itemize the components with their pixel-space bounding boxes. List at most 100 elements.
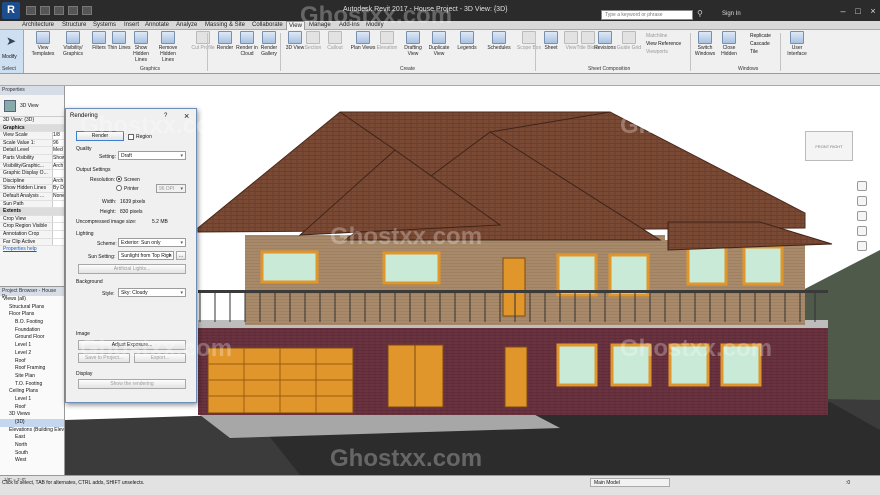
revisions-button[interactable]: Revisions: [592, 31, 618, 51]
plan-views-button[interactable]: Plan Views: [350, 31, 376, 51]
browser-tree-item[interactable]: North: [0, 442, 64, 450]
property-value[interactable]: [52, 170, 64, 177]
replicate-button[interactable]: Replicate: [750, 32, 771, 40]
print-icon[interactable]: [82, 6, 92, 15]
search-icon[interactable]: ⚲: [697, 9, 703, 18]
close-hidden-button[interactable]: Close Hidden: [716, 31, 742, 57]
browser-tree-item[interactable]: East: [0, 434, 64, 442]
undo-icon[interactable]: [54, 6, 64, 15]
property-row[interactable]: Sun Path: [0, 200, 64, 209]
legends-button[interactable]: Legends: [454, 31, 480, 51]
browser-tree-item[interactable]: Floor Plans: [0, 311, 64, 319]
browser-tree-item[interactable]: B.O. Footing: [0, 319, 64, 327]
visibility-graphics-button[interactable]: Visibility/ Graphics: [60, 31, 86, 57]
navigation-bar-menu-icon[interactable]: [857, 241, 867, 251]
remove-hidden-lines-button[interactable]: Remove Hidden Lines: [155, 31, 181, 63]
background-style-select[interactable]: Sky: Cloudy: [118, 288, 186, 297]
property-row[interactable]: Graphic Display O...: [0, 170, 64, 178]
sign-in-link[interactable]: Sign In: [722, 11, 741, 17]
tab-systems[interactable]: Systems: [91, 21, 118, 30]
tab-collaborate[interactable]: Collaborate: [250, 21, 285, 30]
property-row[interactable]: Far Clip Active: [0, 238, 64, 247]
property-value[interactable]: [52, 200, 64, 208]
viewports-button[interactable]: Viewports: [646, 48, 681, 56]
browser-tree-item[interactable]: South: [0, 450, 64, 458]
property-row[interactable]: Graphics: [0, 124, 64, 133]
view-cube[interactable]: FRONT RIGHT: [805, 131, 853, 161]
show-rendering-button[interactable]: Show the rendering: [78, 379, 186, 389]
drafting-view-button[interactable]: Drafting View: [400, 31, 426, 57]
sun-setting-field[interactable]: Sunlight from Top Righ: [118, 251, 174, 260]
steering-wheel-icon[interactable]: [857, 181, 867, 191]
guide-grid-button[interactable]: Guide Grid: [616, 31, 642, 51]
browser-tree-item[interactable]: Ground Floor: [0, 334, 64, 342]
tile-button[interactable]: Tile: [750, 48, 771, 56]
sun-setting-browse-button[interactable]: …: [176, 251, 186, 260]
property-value[interactable]: [52, 215, 64, 223]
property-value[interactable]: None: [52, 192, 64, 200]
property-value[interactable]: 96: [52, 139, 64, 147]
property-row[interactable]: View Scale 1/8: [0, 132, 64, 140]
view-reference-button[interactable]: View Reference: [646, 40, 681, 48]
lighting-scheme-select[interactable]: Exterior: Sun only: [118, 238, 186, 247]
browser-tree-item[interactable]: Views (all): [0, 296, 64, 304]
quality-setting-select[interactable]: Draft: [118, 151, 186, 160]
panel-select[interactable]: Select: [2, 66, 16, 72]
property-value[interactable]: By D: [52, 185, 64, 192]
callout-button[interactable]: Callout: [322, 31, 348, 51]
printer-radio[interactable]: [116, 185, 122, 191]
revit-app-icon[interactable]: R: [2, 2, 20, 19]
show-hidden-lines-button[interactable]: Show Hidden Lines: [128, 31, 154, 63]
property-value[interactable]: [52, 223, 64, 230]
browser-tree-item[interactable]: {3D}: [0, 419, 64, 427]
property-value[interactable]: [52, 230, 64, 238]
tab-architecture[interactable]: Architecture: [20, 21, 56, 30]
user-interface-button[interactable]: User Interface: [784, 31, 810, 57]
artificial-lights-button[interactable]: Artificial Lights...: [78, 264, 186, 274]
search-input[interactable]: Type a keyword or phrase: [601, 10, 693, 20]
property-value[interactable]: Arch: [52, 177, 64, 185]
tab-analyze[interactable]: Analyze: [174, 21, 199, 30]
property-row[interactable]: Default Analysis ... None: [0, 192, 64, 201]
duplicate-view-button[interactable]: Duplicate View: [426, 31, 452, 57]
tab-insert[interactable]: Insert: [122, 21, 141, 30]
open-icon[interactable]: [26, 6, 36, 15]
zoom-icon[interactable]: [857, 196, 867, 206]
properties-help-link[interactable]: Properties help: [0, 246, 64, 254]
property-row[interactable]: Scale Value 1: 96: [0, 139, 64, 148]
pan-icon[interactable]: [857, 211, 867, 221]
type-selector[interactable]: 3D View: [0, 95, 64, 117]
orbit-icon[interactable]: [857, 226, 867, 236]
schedules-button[interactable]: Schedules: [486, 31, 512, 51]
browser-tree-item[interactable]: 3D Views: [0, 411, 64, 419]
tab-annotate[interactable]: Annotate: [143, 21, 171, 30]
property-value[interactable]: [52, 238, 64, 246]
switch-windows-button[interactable]: Switch Windows: [692, 31, 718, 57]
close-icon[interactable]: ×: [866, 6, 880, 17]
property-row[interactable]: Detail Level Med: [0, 147, 64, 155]
property-row[interactable]: Crop Region Visible: [0, 223, 64, 231]
tab-structure[interactable]: Structure: [60, 21, 88, 30]
save-icon[interactable]: [40, 6, 50, 15]
property-row[interactable]: Parts Visibility Show: [0, 154, 64, 163]
property-row[interactable]: Visibility/Graphic... Arch: [0, 162, 64, 171]
property-row[interactable]: Annotation Crop: [0, 230, 64, 239]
minimize-icon[interactable]: –: [836, 6, 850, 17]
browser-tree-item[interactable]: Ceiling Plans: [0, 388, 64, 396]
browser-tree-item[interactable]: Roof Framing: [0, 365, 64, 373]
browser-tree-item[interactable]: Level 2: [0, 350, 64, 358]
browser-tree-item[interactable]: Structural Plans: [0, 304, 64, 312]
redo-icon[interactable]: [68, 6, 78, 15]
render-gallery-button[interactable]: Render Gallery: [256, 31, 282, 57]
matchline-button[interactable]: Matchline: [646, 32, 681, 40]
tab-massing-site[interactable]: Massing & Site: [203, 21, 247, 30]
instance-selector[interactable]: 3D View: {3D}: [0, 117, 64, 125]
browser-tree-item[interactable]: Foundation: [0, 327, 64, 335]
property-row[interactable]: Discipline Arch: [0, 177, 64, 186]
maximize-icon[interactable]: □: [851, 6, 865, 17]
browser-tree-item[interactable]: West: [0, 457, 64, 465]
browser-tree-item[interactable]: T.O. Footing: [0, 381, 64, 389]
browser-tree-item[interactable]: Level 1: [0, 396, 64, 404]
property-value[interactable]: Show: [52, 154, 64, 162]
browser-tree-item[interactable]: Level 1: [0, 342, 64, 350]
